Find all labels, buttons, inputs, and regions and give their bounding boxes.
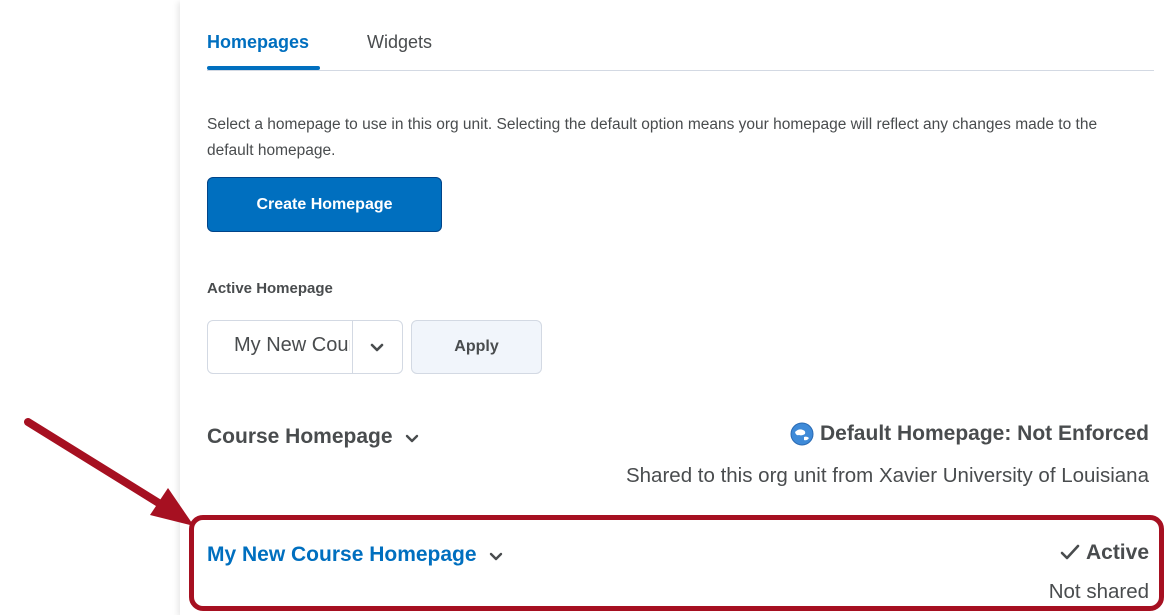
create-homepage-button[interactable]: Create Homepage [207,177,442,232]
active-homepage-label: Active Homepage [207,280,333,297]
select-divider [352,321,353,373]
default-homepage-status: Default Homepage: Not Enforced [790,422,1149,446]
active-homepage-select-value: My New Course Homepage [234,334,350,356]
tab-homepages[interactable]: Homepages [207,30,309,54]
chevron-down-icon[interactable] [489,550,503,564]
tab-bar: Homepages Widgets [207,22,1154,71]
sharing-info: Not shared [1048,580,1149,603]
apply-button[interactable]: Apply [411,320,542,374]
active-status-text: Active [1085,541,1149,564]
active-status: Active [1060,541,1149,565]
homepage-name: Course Homepage [207,425,393,448]
active-homepage-select[interactable]: My New Course Homepage [207,320,403,374]
page-description: Select a homepage to use in this org uni… [207,116,1098,159]
chevron-down-icon[interactable] [405,432,419,446]
chevron-down-icon [370,343,384,352]
homepage-name: My New Course Homepage [207,543,477,566]
default-homepage-status-text: Default Homepage: Not Enforced [819,422,1149,445]
homepage-item-course-homepage[interactable]: Course Homepage [207,425,419,449]
checkmark-icon [1060,544,1080,560]
homepage-item-my-new-course-homepage[interactable]: My New Course Homepage [207,543,503,567]
tab-widgets[interactable]: Widgets [367,30,432,54]
active-tab-indicator [207,66,320,70]
globe-icon [790,422,814,446]
sharing-info: Shared to this org unit from Xavier Univ… [625,464,1149,487]
